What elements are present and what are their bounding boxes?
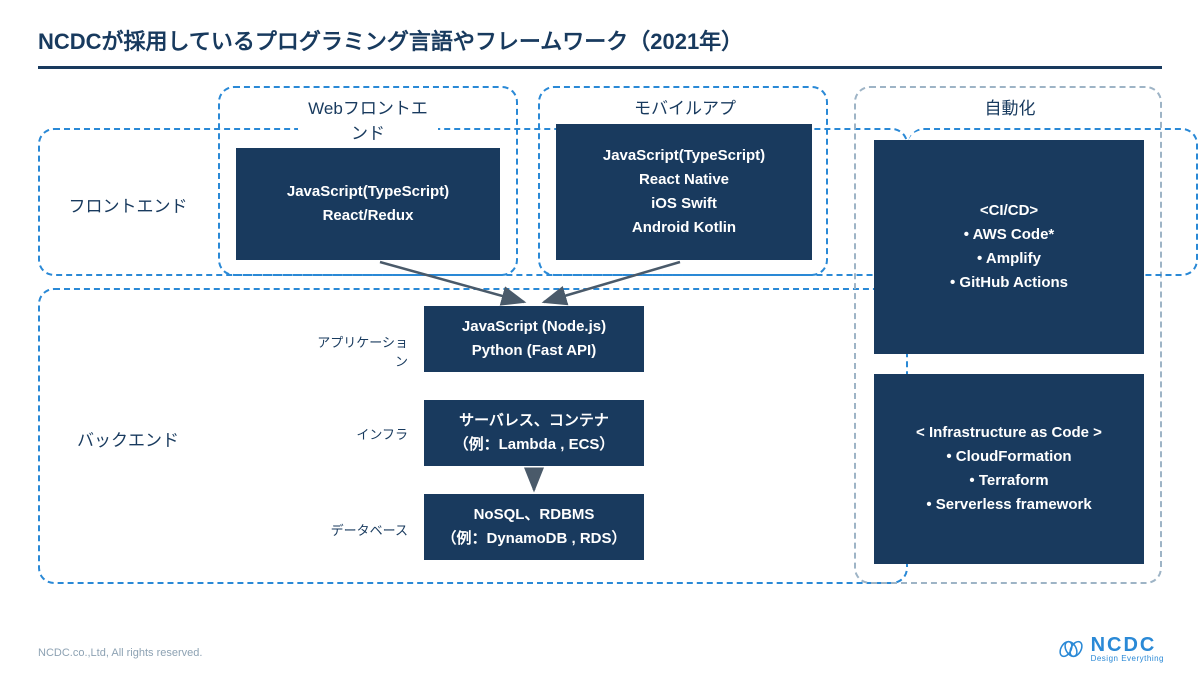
card-db: NoSQL、RDBMS （例：DynamoDB , RDS） [424, 494, 644, 560]
card-list: CloudFormation Terraform Serverless fram… [926, 445, 1091, 517]
logo-text: NCDC Design Everything [1091, 635, 1164, 663]
card-heading: < Infrastructure as Code > [916, 421, 1102, 445]
col-web-label: Webフロントエンド [298, 94, 438, 144]
sub-db-label: データベース [308, 520, 408, 539]
card-item: GitHub Actions [950, 271, 1068, 295]
card-text: （例：DynamoDB , RDS） [441, 527, 626, 551]
card-item: Amplify [950, 247, 1068, 271]
card-web-frontend: JavaScript(TypeScript) React/Redux [236, 148, 500, 260]
card-text: JavaScript(TypeScript) [287, 180, 449, 204]
card-mobile-frontend: JavaScript(TypeScript) React Native iOS … [556, 124, 812, 260]
card-text: React/Redux [323, 204, 414, 228]
sub-infra-label: インフラ [308, 424, 408, 443]
card-text: React Native [639, 168, 729, 192]
logo-icon [1057, 640, 1085, 658]
card-item: CloudFormation [926, 445, 1091, 469]
card-item: Serverless framework [926, 493, 1091, 517]
card-text: Android Kotlin [632, 216, 736, 240]
logo-name: NCDC [1091, 635, 1164, 655]
col-automation-label: 自動化 [970, 94, 1050, 119]
card-text: JavaScript(TypeScript) [603, 144, 765, 168]
card-text: Python (Fast API) [472, 339, 596, 363]
card-cicd: <CI/CD> AWS Code* Amplify GitHub Actions [874, 140, 1144, 354]
footer-copyright: NCDC.co.,Ltd, All rights reserved. [38, 647, 202, 659]
card-text: NoSQL、RDBMS [474, 503, 595, 527]
card-item: Terraform [926, 469, 1091, 493]
card-text: サーバレス、コンテナ [459, 409, 609, 433]
card-text: iOS Swift [651, 192, 717, 216]
sub-app-label: アプリケーション [308, 332, 408, 370]
card-infra: サーバレス、コンテナ （例：Lambda , ECS） [424, 400, 644, 466]
card-item: AWS Code* [950, 223, 1068, 247]
card-heading: <CI/CD> [980, 199, 1038, 223]
row-backend-label: バックエンド [48, 426, 208, 451]
card-text: JavaScript (Node.js) [462, 315, 606, 339]
diagram-canvas: Webフロントエンド モバイルアプリ 自動化 フロントエンド バックエンド アプ… [0, 0, 1200, 675]
card-text: （例：Lambda , ECS） [454, 433, 615, 457]
row-frontend-label: フロントエンド [48, 192, 208, 217]
card-iac: < Infrastructure as Code > CloudFormatio… [874, 374, 1144, 564]
logo: NCDC Design Everything [1057, 635, 1164, 663]
logo-tagline: Design Everything [1091, 655, 1164, 663]
card-list: AWS Code* Amplify GitHub Actions [950, 223, 1068, 295]
card-app: JavaScript (Node.js) Python (Fast API) [424, 306, 644, 372]
